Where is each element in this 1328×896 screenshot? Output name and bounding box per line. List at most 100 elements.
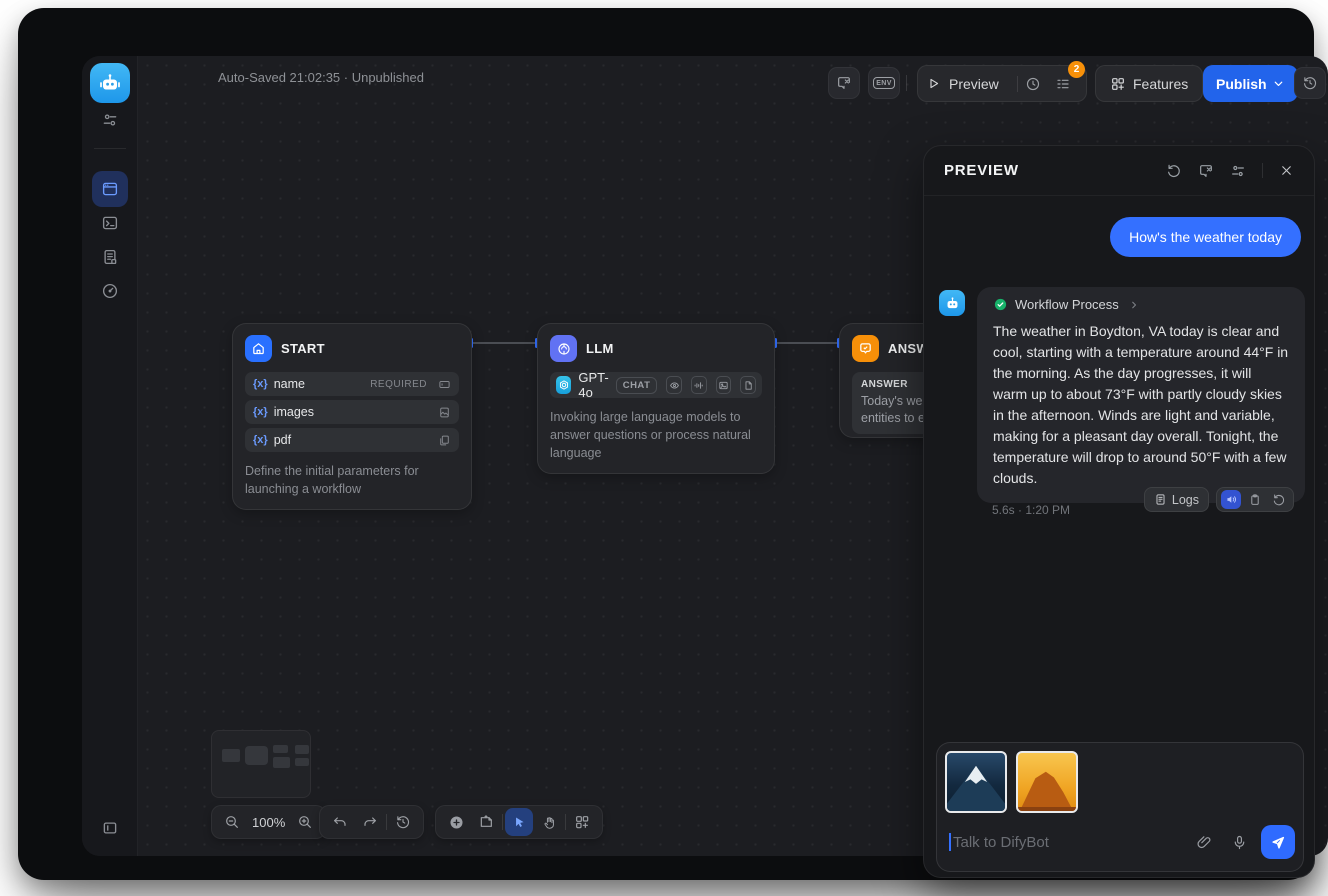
version-history-button[interactable] [1294, 67, 1326, 99]
message-tools [1216, 487, 1294, 512]
collapse-sidebar-icon[interactable] [101, 819, 119, 837]
redo-button[interactable] [356, 808, 384, 836]
minimap[interactable] [211, 730, 311, 798]
history-toolbar [319, 805, 424, 839]
add-node-button[interactable] [442, 808, 470, 836]
audio-capability-icon [691, 376, 707, 394]
play-icon[interactable] [926, 76, 941, 91]
document-file-icon [438, 434, 451, 447]
document-capability-icon [740, 376, 756, 394]
logs-label: Logs [1172, 493, 1199, 507]
nav-monitoring-icon[interactable] [101, 282, 119, 300]
logs-button[interactable]: Logs [1144, 487, 1209, 512]
features-label: Features [1133, 76, 1188, 92]
text-input-icon [438, 378, 451, 391]
checklist-badge: 2 [1068, 61, 1085, 78]
start-field-images[interactable]: {x} images [245, 400, 459, 424]
gpt4o-model-icon [556, 376, 571, 394]
close-preview-icon[interactable] [1262, 163, 1294, 178]
change-history-button[interactable] [389, 808, 417, 836]
image-capability-icon [716, 376, 732, 394]
toolbar-divider [386, 814, 387, 830]
app-window: Auto-Saved 21:02:35 · Unpublished ENV Pr… [18, 8, 1314, 880]
start-node-description: Define the initial parameters for launch… [245, 462, 459, 498]
nav-logs-icon[interactable] [101, 248, 119, 266]
required-label: REQUIRED [370, 379, 427, 390]
toolbar-divider [565, 814, 566, 830]
features-button[interactable]: Features [1095, 65, 1203, 102]
hand-tool-button[interactable] [535, 808, 563, 836]
regenerate-button[interactable] [1269, 493, 1289, 507]
home-icon [251, 341, 266, 356]
start-field-pdf[interactable]: {x} pdf [245, 428, 459, 452]
left-rail [82, 56, 138, 856]
robot-icon [944, 295, 961, 312]
chat-mode-badge: CHAT [616, 377, 658, 394]
node-llm[interactable]: LLM GPT-4o CHAT [537, 323, 775, 474]
zoom-level[interactable]: 100% [248, 815, 289, 830]
nav-orchestrate-icon[interactable] [101, 180, 119, 198]
uploaded-image-orange-mountain[interactable] [1016, 751, 1078, 813]
voice-input-button[interactable] [1231, 834, 1248, 851]
organize-nodes-button[interactable] [568, 808, 596, 836]
uploaded-image-fuji[interactable] [945, 751, 1007, 813]
chat-input[interactable] [953, 834, 1187, 851]
image-file-icon [438, 406, 451, 419]
text-to-speech-button[interactable] [1221, 490, 1241, 509]
conversation-edit-icon[interactable] [1198, 163, 1214, 179]
restart-conversation-icon[interactable] [1166, 163, 1182, 179]
ai-model-icon [556, 341, 572, 357]
add-note-button[interactable] [472, 808, 500, 836]
bot-message-text: The weather in Boydton, VA today is clea… [993, 321, 1289, 489]
paperclip-icon [1196, 834, 1213, 851]
vision-capability-icon [666, 376, 682, 394]
publish-button[interactable]: Publish [1203, 65, 1298, 102]
start-field-name[interactable]: {x} name REQUIRED [245, 372, 459, 396]
features-icon [1110, 76, 1126, 92]
nav-terminal-icon[interactable] [101, 214, 119, 232]
app-logo[interactable] [90, 63, 130, 103]
preview-button-group: Preview 2 [917, 65, 1087, 102]
llm-node-title: LLM [586, 341, 614, 356]
workflow-process-label: Workflow Process [1015, 297, 1119, 312]
llm-model-row[interactable]: GPT-4o CHAT [550, 372, 762, 398]
pointer-tool-button[interactable] [505, 808, 533, 836]
checklist-button[interactable]: 2 [1048, 70, 1078, 98]
answer-node-icon [852, 335, 879, 362]
checklist-icon [1055, 76, 1071, 92]
topbar-divider [906, 75, 907, 91]
env-variables-button[interactable]: ENV [868, 67, 900, 99]
history-icon [1302, 75, 1318, 91]
clipboard-icon [1248, 493, 1262, 507]
node-start[interactable]: START {x} name REQUIRED {x} images [232, 323, 472, 510]
chat-check-icon [858, 341, 873, 356]
undo-button[interactable] [326, 808, 354, 836]
regenerate-icon [1272, 493, 1286, 507]
workflow-settings-icon[interactable] [102, 112, 119, 129]
logs-icon [1154, 493, 1167, 506]
zoom-toolbar: 100% [211, 805, 326, 839]
edge-start-llm [471, 342, 537, 344]
message-actions: Logs [1144, 487, 1294, 512]
zoom-in-button[interactable] [291, 808, 319, 836]
annotation-button[interactable] [828, 67, 860, 99]
workflow-process-toggle[interactable]: Workflow Process [993, 297, 1289, 312]
zoom-out-button[interactable] [218, 808, 246, 836]
edge-llm-answer [775, 342, 839, 344]
preview-run-button[interactable]: Preview [949, 76, 999, 92]
attach-file-button[interactable] [1196, 834, 1213, 851]
model-name: GPT-4o [578, 370, 608, 400]
message-meta: 5.6s · 1:20 PM [992, 503, 1070, 517]
copy-button[interactable] [1245, 493, 1265, 507]
publish-label: Publish [1216, 76, 1267, 92]
send-button[interactable] [1261, 825, 1295, 859]
preview-header: PREVIEW [924, 146, 1314, 196]
chat-input-box [936, 742, 1304, 872]
preview-settings-icon[interactable] [1230, 163, 1246, 179]
speaker-icon [1225, 493, 1238, 506]
success-check-icon [993, 297, 1008, 312]
run-history-button[interactable] [1018, 70, 1048, 98]
robot-icon [98, 71, 122, 95]
env-icon: ENV [873, 77, 896, 89]
microphone-icon [1231, 834, 1248, 851]
